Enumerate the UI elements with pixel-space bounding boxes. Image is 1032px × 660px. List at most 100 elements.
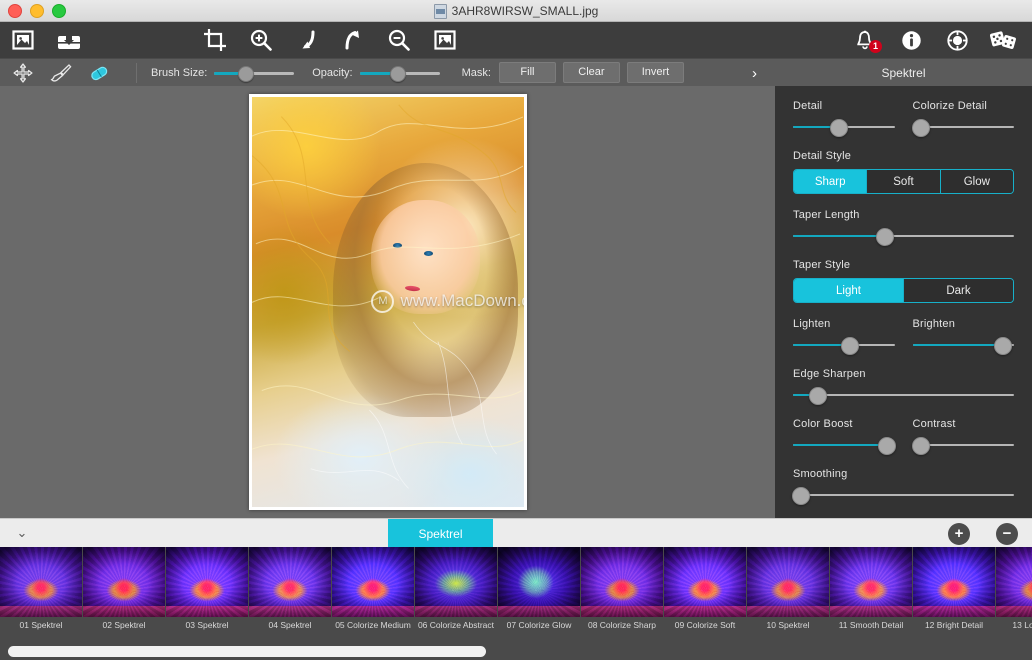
- brush-tool[interactable]: [48, 61, 74, 85]
- filmstrip-scroll-thumb[interactable]: [8, 646, 486, 657]
- preset-thumbnail[interactable]: 04 Spektrel: [249, 547, 331, 640]
- settings-icon[interactable]: [934, 22, 980, 58]
- preset-filmstrip[interactable]: 01 Spektrel 02 Spektrel 03 Spektrel 04 Spek…: [0, 547, 1032, 660]
- move-tool[interactable]: [10, 61, 36, 85]
- preset-thumbnail[interactable]: 03 Spektrel: [166, 547, 248, 640]
- watermark-logo-icon: M: [371, 289, 395, 313]
- photo-frame: M www.MacDown.com: [248, 94, 527, 510]
- filmstrip-scroll-track[interactable]: [8, 646, 1024, 657]
- add-preset-button[interactable]: +: [948, 522, 970, 545]
- color-boost-knob[interactable]: [878, 437, 897, 455]
- preset-thumbnail[interactable]: 12 Bright Detail: [913, 547, 995, 640]
- preset-thumbnail-image[interactable]: [83, 547, 165, 617]
- preset-thumbnail-image[interactable]: [498, 547, 580, 617]
- brush-size-knob[interactable]: [238, 65, 255, 82]
- minimize-button[interactable]: [30, 3, 44, 18]
- taper-style-segmented[interactable]: Light Dark: [793, 278, 1014, 303]
- preset-thumbnail[interactable]: 05 Colorize Medium: [332, 547, 414, 640]
- open-image-icon[interactable]: [0, 22, 46, 58]
- detail-knob[interactable]: [829, 119, 848, 137]
- fit-image-icon[interactable]: [422, 22, 468, 58]
- opacity-slider[interactable]: [359, 65, 440, 82]
- crop-icon[interactable]: [192, 22, 238, 58]
- collapse-presets-chevron-icon[interactable]: ⌄: [0, 519, 44, 548]
- mask-invert-button[interactable]: Invert: [626, 62, 684, 83]
- smoothing-slider[interactable]: [791, 487, 1014, 505]
- remove-preset-button[interactable]: −: [996, 522, 1018, 545]
- preset-thumbnail[interactable]: 01 Spektrel: [0, 547, 82, 640]
- opacity-knob[interactable]: [390, 65, 406, 82]
- brush-size-slider[interactable]: [214, 65, 295, 82]
- preset-thumbnail-image[interactable]: [830, 547, 912, 617]
- color-boost-slider[interactable]: [793, 437, 897, 455]
- save-image-icon[interactable]: [46, 22, 92, 58]
- preset-thumbnail-image[interactable]: [581, 547, 663, 617]
- expand-options-chevron-icon[interactable]: ›: [752, 59, 757, 87]
- taper-style-option-dark[interactable]: Dark: [904, 279, 1013, 302]
- colorize-detail-slider[interactable]: [911, 119, 1014, 137]
- preset-thumbnail-image[interactable]: [747, 547, 829, 617]
- color-boost-label: Color Boost: [793, 418, 853, 430]
- preset-thumbnail[interactable]: 10 Spektrel: [747, 547, 829, 640]
- taper-length-slider[interactable]: [793, 228, 1014, 246]
- zoom-in-icon[interactable]: [238, 22, 284, 58]
- notification-badge: 1: [869, 40, 882, 53]
- preset-thumbnail[interactable]: 09 Colorize Soft: [664, 547, 746, 640]
- control-row-colorboost-contrast: Color Boost Contrast: [793, 418, 1014, 455]
- mask-clear-button[interactable]: Clear: [562, 62, 620, 83]
- taper-length-knob[interactable]: [875, 228, 894, 246]
- taper-style-option-light[interactable]: Light: [794, 279, 904, 302]
- preset-thumbnail[interactable]: 02 Spektrel: [83, 547, 165, 640]
- mask-fill-button[interactable]: Fill: [498, 62, 556, 83]
- preset-thumbnail-image[interactable]: [664, 547, 746, 617]
- preset-thumbnail-label: 10 Spektrel: [766, 620, 810, 630]
- preset-thumbnail-image[interactable]: [913, 547, 995, 617]
- notifications-bell-icon[interactable]: 1: [842, 22, 888, 58]
- detail-slider[interactable]: [793, 119, 895, 137]
- detail-style-segmented[interactable]: Sharp Soft Glow: [793, 169, 1014, 194]
- options-bar: Brush Size: Opacity: Mask: Fill Clear In…: [0, 58, 1032, 87]
- preset-thumbnail-image[interactable]: [332, 547, 414, 617]
- info-icon[interactable]: [888, 22, 934, 58]
- colorize-detail-knob[interactable]: [911, 119, 930, 137]
- detail-style-option-sharp[interactable]: Sharp: [794, 170, 868, 193]
- preset-thumbnail-image[interactable]: [249, 547, 331, 617]
- preset-thumbnail-image[interactable]: [0, 547, 82, 617]
- filmstrip-scrollbar[interactable]: [0, 646, 1032, 657]
- smoothing-knob[interactable]: [791, 487, 810, 505]
- preset-thumbnail-label: 06 Colorize Abstract: [417, 620, 495, 630]
- preset-thumbnail-image[interactable]: [996, 547, 1032, 617]
- brighten-slider[interactable]: [912, 337, 1014, 355]
- zoom-button[interactable]: [52, 3, 66, 18]
- canvas-area[interactable]: M www.MacDown.com: [0, 86, 775, 518]
- contrast-knob[interactable]: [911, 437, 930, 455]
- preset-thumbnail-label: 12 Bright Detail: [924, 620, 984, 630]
- edge-sharpen-knob[interactable]: [809, 387, 828, 405]
- preset-thumbnail[interactable]: 11 Smooth Detail: [830, 547, 912, 640]
- preset-category-tab-spektrel[interactable]: Spektrel: [388, 519, 493, 548]
- eraser-tool[interactable]: [86, 61, 112, 85]
- contrast-slider[interactable]: [911, 437, 1014, 455]
- close-button[interactable]: [8, 3, 22, 18]
- preset-thumbnail-image[interactable]: [166, 547, 248, 617]
- preset-thumbnail-image[interactable]: [415, 547, 497, 617]
- preset-thumbnail[interactable]: 06 Colorize Abstract: [415, 547, 497, 640]
- detail-style-option-glow[interactable]: Glow: [940, 170, 1013, 193]
- lotus-flower-icon: [83, 547, 165, 617]
- dice-icon[interactable]: [980, 22, 1026, 58]
- detail-style-option-soft[interactable]: Soft: [867, 170, 941, 193]
- preset-thumbnail[interactable]: 07 Colorize Glow: [498, 547, 580, 640]
- redo-icon[interactable]: [330, 22, 376, 58]
- preview-image[interactable]: M www.MacDown.com: [251, 97, 524, 507]
- lotus-flower-icon: [415, 547, 497, 617]
- zoom-out-icon[interactable]: [376, 22, 422, 58]
- preset-thumbnail[interactable]: 08 Colorize Sharp: [581, 547, 663, 640]
- opacity-label: Opacity:: [312, 66, 353, 79]
- brighten-knob[interactable]: [993, 337, 1012, 355]
- effect-controls-panel: Detail Colorize Detail Detail Style Shar…: [775, 86, 1032, 518]
- preset-thumbnail[interactable]: 13 Long Line: [996, 547, 1032, 640]
- lighten-slider[interactable]: [793, 337, 895, 355]
- undo-icon[interactable]: [284, 22, 330, 58]
- edge-sharpen-slider[interactable]: [793, 387, 1014, 405]
- lighten-knob[interactable]: [840, 337, 859, 355]
